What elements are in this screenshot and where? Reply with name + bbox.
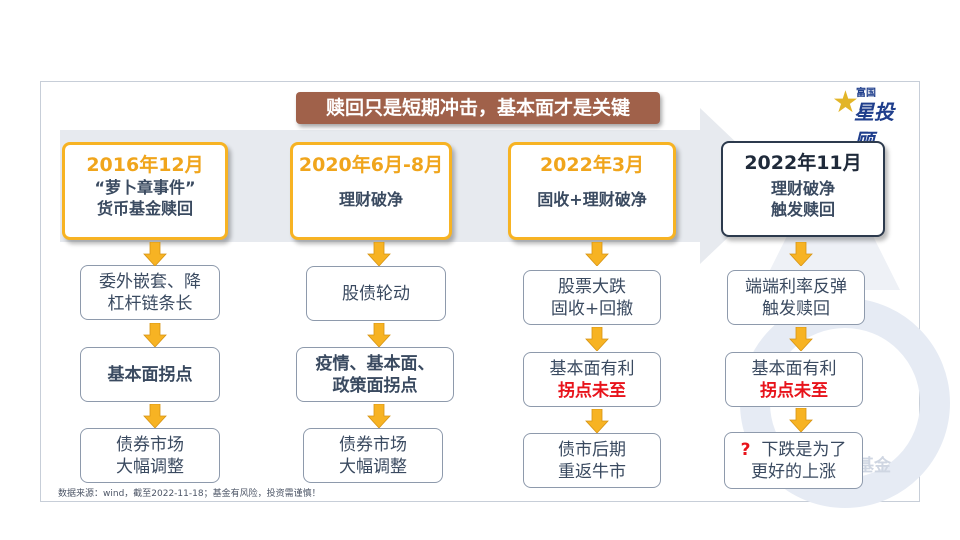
slide-title: 赎回只是短期冲击，基本面才是关键 bbox=[296, 92, 660, 124]
step-box-2-3: 债券市场 大幅调整 bbox=[303, 428, 443, 483]
down-arrow-icon bbox=[367, 323, 391, 347]
down-arrow-icon bbox=[367, 404, 391, 428]
step-box-4-2: 基本面有利 拐点未至 bbox=[725, 352, 863, 407]
down-arrow-icon bbox=[367, 242, 391, 266]
event-subtitle-2: 货币基金赎回 bbox=[96, 199, 193, 218]
step-box-2-1: 股债轮动 bbox=[306, 266, 446, 321]
event-subtitle-2: 触发赎回 bbox=[770, 200, 835, 219]
step-box-2-2: 疫情、基本面、 政策面拐点 bbox=[296, 347, 454, 402]
event-header-2020: 2020年6月-8月 理财破净 bbox=[290, 142, 452, 240]
event-header-2022-11: 2022年11月 理财破净 触发赎回 bbox=[721, 141, 885, 237]
down-arrow-icon bbox=[585, 327, 609, 351]
down-arrow-icon bbox=[789, 408, 813, 432]
event-year: 2022年11月 bbox=[744, 152, 862, 174]
step-box-1-3: 债券市场 大幅调整 bbox=[80, 428, 220, 483]
down-arrow-icon bbox=[585, 242, 609, 266]
event-subtitle-1: 固收+理财破净 bbox=[537, 190, 647, 209]
event-year: 2016年12月 bbox=[86, 154, 204, 176]
step-box-1-1: 委外嵌套、降 杠杆链条长 bbox=[80, 265, 220, 320]
down-arrow-icon bbox=[143, 242, 167, 266]
down-arrow-icon bbox=[789, 242, 813, 266]
step-box-3-1: 股票大跌 固收+回撤 bbox=[523, 270, 661, 325]
step-box-4-3: ? 下跌是为了 更好的上涨 bbox=[724, 432, 863, 489]
step-box-4-1: 端端利率反弹 触发赎回 bbox=[727, 270, 865, 325]
event-header-2022-03: 2022年3月 固收+理财破净 bbox=[508, 142, 676, 240]
down-arrow-icon bbox=[143, 323, 167, 347]
down-arrow-icon bbox=[585, 409, 609, 433]
event-header-2016: 2016年12月 “萝卜章事件” 货币基金赎回 bbox=[62, 142, 228, 240]
source-note: 数据来源：wind，截至2022-11-18；基金有风险，投资需谨慎！ bbox=[58, 489, 321, 499]
step-box-3-3: 债市后期 重返牛市 bbox=[523, 433, 661, 488]
step-box-3-2: 基本面有利 拐点未至 bbox=[523, 352, 661, 407]
event-subtitle-1: 理财破净 bbox=[770, 179, 835, 198]
question-mark-icon: ? bbox=[740, 439, 751, 460]
logo: ★ 富国 星投顾 bbox=[832, 84, 912, 154]
step-box-1-2: 基本面拐点 bbox=[80, 347, 220, 402]
down-arrow-icon bbox=[789, 327, 813, 351]
event-subtitle-1: “萝卜章事件” bbox=[94, 178, 196, 197]
event-subtitle-1: 理财破净 bbox=[338, 190, 403, 209]
event-year: 2020年6月-8月 bbox=[298, 154, 444, 176]
event-year: 2022年3月 bbox=[539, 154, 645, 176]
down-arrow-icon bbox=[143, 404, 167, 428]
